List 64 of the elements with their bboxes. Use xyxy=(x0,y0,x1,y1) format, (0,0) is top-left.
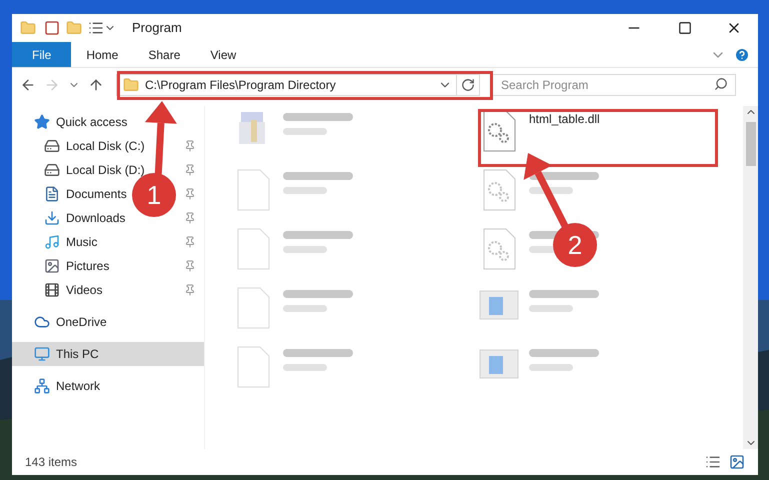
file-icon xyxy=(236,287,270,329)
item-count: 143 items xyxy=(25,454,78,471)
file-icon xyxy=(236,228,270,270)
sidebar-item[interactable]: Pictures xyxy=(44,254,110,278)
ribbon-tab[interactable]: Share xyxy=(133,42,196,67)
search-field[interactable]: Search Program xyxy=(492,74,736,96)
sidebar-item[interactable]: Videos xyxy=(44,278,102,302)
gear-file-icon xyxy=(482,110,516,152)
folder-icon xyxy=(66,20,82,36)
pin-icon[interactable] xyxy=(184,260,196,272)
folder-icon xyxy=(123,77,139,93)
help-icon[interactable] xyxy=(734,46,750,62)
blurred-text xyxy=(283,187,327,194)
pin-icon[interactable] xyxy=(184,212,196,224)
blurred-text xyxy=(529,364,573,371)
sidebar-item[interactable]: OneDrive xyxy=(12,310,204,334)
maximize-button[interactable] xyxy=(678,21,692,35)
pc-icon xyxy=(34,346,50,362)
refresh-icon[interactable] xyxy=(461,78,475,92)
sidebar-item[interactable]: This PC xyxy=(12,342,204,366)
sidebar-item[interactable]: Network xyxy=(12,374,204,398)
scroll-thumb[interactable] xyxy=(746,122,756,166)
pin-icon[interactable] xyxy=(184,236,196,248)
sidebar-item[interactable]: Quick access xyxy=(12,110,204,134)
search-icon xyxy=(714,77,728,91)
gear-file-icon xyxy=(482,169,516,211)
details-view-icon[interactable] xyxy=(705,454,721,470)
sidebar-item[interactable]: Local Disk (C:) xyxy=(44,134,145,158)
blurred-text xyxy=(283,246,327,253)
back-button[interactable] xyxy=(20,77,36,93)
blurred-text xyxy=(529,305,573,312)
scrollbar[interactable] xyxy=(743,106,758,449)
pin-icon[interactable] xyxy=(184,188,196,200)
file-tab[interactable]: File xyxy=(12,42,72,67)
window-title: Program xyxy=(132,19,183,38)
checkbox-icon xyxy=(44,20,60,36)
sidebar-item[interactable]: Music xyxy=(44,230,98,254)
blurred-text xyxy=(283,128,327,135)
address-path: C:\Program Files\Program Directory xyxy=(145,77,337,94)
up-button[interactable] xyxy=(88,77,104,93)
doc-icon xyxy=(44,186,60,202)
properties-icon xyxy=(88,20,104,36)
star-icon xyxy=(34,114,50,130)
pin-icon[interactable] xyxy=(184,164,196,176)
file-icon xyxy=(236,346,270,388)
pin-icon[interactable] xyxy=(184,284,196,296)
download-icon xyxy=(44,210,60,226)
picture-icon xyxy=(44,258,60,274)
video-icon xyxy=(44,282,60,298)
sidebar-item[interactable]: Documents xyxy=(44,182,127,206)
file-icon xyxy=(236,169,270,211)
music-icon xyxy=(44,234,60,250)
file-name[interactable]: html_table.dll xyxy=(529,110,600,128)
pin-icon[interactable] xyxy=(184,140,196,152)
network-icon xyxy=(34,378,50,394)
ribbon-tab[interactable]: View xyxy=(195,42,252,67)
sidebar-item[interactable]: Downloads xyxy=(44,206,126,230)
blurred-text xyxy=(283,364,327,371)
blurred-text xyxy=(283,305,327,312)
large-icons-view-icon[interactable] xyxy=(729,454,745,470)
cloud-icon xyxy=(34,314,50,330)
gear-file-icon xyxy=(482,228,516,270)
folder-icon xyxy=(20,20,36,36)
ribbon-tab[interactable]: Home xyxy=(71,42,134,67)
